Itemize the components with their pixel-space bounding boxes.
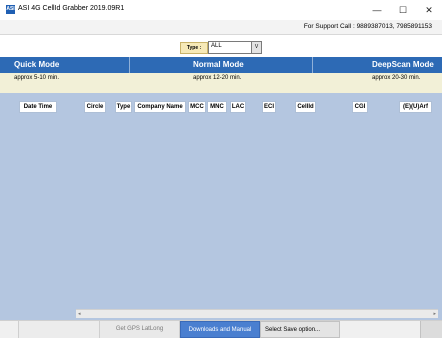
column-header-company-name[interactable]: Company Name bbox=[134, 101, 186, 113]
app-icon: ASI bbox=[6, 5, 15, 14]
results-table[interactable]: Date Time Circle Type Company Name MCC M… bbox=[0, 93, 442, 320]
bottom-spacer bbox=[0, 321, 19, 338]
bottom-right-panel bbox=[420, 321, 442, 338]
column-header-cellid[interactable]: CellId bbox=[295, 101, 316, 113]
table-header: Date Time Circle Type Company Name MCC M… bbox=[0, 101, 442, 113]
normal-mode-button[interactable]: Normal Mode bbox=[193, 60, 244, 69]
column-header-cgi[interactable]: CGI bbox=[352, 101, 368, 113]
support-bar: For Support Call : 9889387013, 798589115… bbox=[0, 20, 442, 35]
column-header-date-time[interactable]: Date Time bbox=[19, 101, 57, 113]
column-header-arfcn[interactable]: (E)(U)Arf bbox=[399, 101, 432, 113]
quick-mode-button[interactable]: Quick Mode bbox=[14, 60, 59, 69]
save-option-select[interactable]: Select Save option... bbox=[260, 321, 340, 338]
close-button[interactable]: ✕ bbox=[416, 0, 442, 20]
bottom-toolbar: Get GPS LatLong Downloads and Manual Sel… bbox=[0, 320, 442, 338]
deepscan-mode-approx: approx 20-30 min. bbox=[372, 75, 421, 81]
column-header-lac[interactable]: LAC bbox=[230, 101, 246, 113]
normal-mode-approx: approx 12-20 min. bbox=[193, 75, 242, 81]
dropdown-arrow-icon[interactable]: V bbox=[251, 42, 261, 53]
support-text: For Support Call : 9889387013, 798589115… bbox=[303, 23, 432, 30]
type-label: Type : bbox=[180, 42, 208, 54]
column-header-circle[interactable]: Circle bbox=[84, 101, 106, 113]
column-header-mcc[interactable]: MCC bbox=[188, 101, 206, 113]
downloads-and-manual-button[interactable]: Downloads and Manual bbox=[180, 321, 260, 338]
mode-divider bbox=[312, 57, 313, 73]
type-select[interactable]: ALL V bbox=[208, 41, 262, 54]
window-title: ASI 4G CellId Grabber 2019.09R1 bbox=[18, 5, 125, 12]
scroll-right-icon[interactable]: ▸ bbox=[433, 310, 436, 318]
maximize-button[interactable]: ☐ bbox=[390, 0, 416, 20]
deepscan-mode-button[interactable]: DeepScan Mode bbox=[372, 60, 434, 69]
mode-divider bbox=[129, 57, 130, 73]
horizontal-scrollbar[interactable]: ◂ ▸ bbox=[76, 309, 438, 318]
approx-time-bar: approx 5-10 min. approx 12-20 min. appro… bbox=[0, 73, 442, 94]
title-bar: ASI ASI 4G CellId Grabber 2019.09R1 — ☐ … bbox=[0, 0, 442, 21]
get-gps-latlong-button[interactable]: Get GPS LatLong bbox=[100, 321, 180, 338]
mode-bar: Quick Mode Normal Mode DeepScan Mode bbox=[0, 57, 442, 73]
column-header-eci[interactable]: ECI bbox=[262, 101, 276, 113]
scroll-left-icon[interactable]: ◂ bbox=[78, 310, 81, 318]
type-filter-row: Type : ALL V bbox=[0, 35, 442, 56]
bottom-blank-panel bbox=[19, 321, 100, 338]
column-header-mnc[interactable]: MNC bbox=[207, 101, 227, 113]
minimize-button[interactable]: — bbox=[364, 0, 390, 20]
column-header-type[interactable]: Type bbox=[115, 101, 132, 113]
type-select-value: ALL bbox=[211, 43, 222, 49]
quick-mode-approx: approx 5-10 min. bbox=[14, 75, 60, 81]
